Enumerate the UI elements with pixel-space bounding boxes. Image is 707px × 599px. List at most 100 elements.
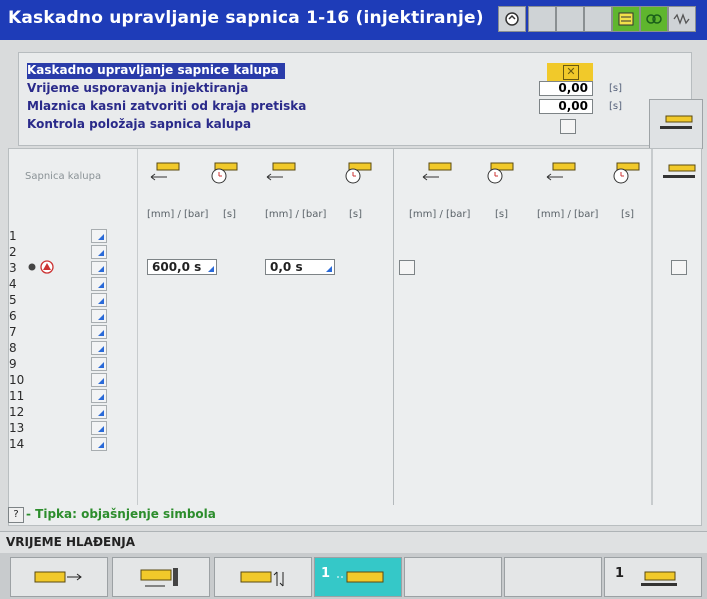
nozzle-position-control-label: Kontrola položaja sapnica kalupa (27, 117, 252, 131)
row-select-button[interactable] (91, 341, 107, 355)
status-label: VRIJEME HLAĐENJA (6, 535, 135, 549)
col-unit-2: [s] (223, 209, 237, 220)
nozzle-table: Sapnica kalupa [mm] / [bar] [s] [mm] / [… (8, 148, 702, 526)
nozzle-close-delay-unit: [s] (609, 101, 623, 112)
nozzle-timer-icon-3 (487, 162, 514, 184)
nozzle-close-delay-field[interactable]: 0,00 (539, 99, 593, 114)
injection-delay-label: Vrijeme usporavanja injektiranja (27, 81, 249, 95)
row-number: 2 (9, 245, 17, 259)
cascade-control-label: Kaskadno upravljanje sapnice kalupa (27, 63, 285, 79)
col-unit-3: [mm] / [bar] (265, 209, 327, 220)
row-number: 4 (9, 277, 17, 291)
row-select-button[interactable] (91, 245, 107, 259)
row3-delay-value[interactable]: 0,0 s (265, 259, 335, 275)
row-number: 11 (9, 389, 25, 403)
sequence-icon (505, 12, 519, 26)
nozzle-side-icon (663, 164, 696, 178)
page-button-number: 1 (615, 566, 625, 581)
status-bar: VRIJEME HLAĐENJA (0, 531, 707, 554)
row-select-button[interactable] (91, 277, 107, 291)
row-select-button[interactable] (91, 437, 107, 451)
col-unit-7: [mm] / [bar] (537, 209, 599, 220)
nozzle-stroke-icon-3 (422, 162, 452, 181)
function-bar: 1 1 (0, 553, 707, 599)
row-select-button[interactable] (91, 389, 107, 403)
row-select-button[interactable] (91, 373, 107, 387)
mold-nozzle-move-button[interactable] (112, 557, 210, 597)
cascade-nozzle-icon (337, 571, 384, 583)
window-title: Kaskadno upravljanje sapnica 1-16 (injek… (8, 8, 484, 28)
cascade-1-button[interactable]: 1 (314, 557, 402, 597)
row-number: 3 (9, 261, 17, 275)
col-unit-6: [s] (495, 209, 509, 220)
cascade-control-checkbox[interactable]: ✕ (563, 65, 579, 80)
green-status-button[interactable] (612, 6, 640, 32)
right-separator (651, 149, 653, 505)
injection-forward-button[interactable] (10, 557, 108, 597)
nozzle-stroke-icon-4 (546, 162, 576, 181)
page-1-button[interactable]: 1 (604, 557, 702, 597)
col-unit-5: [mm] / [bar] (409, 209, 471, 220)
row-select-button[interactable] (91, 357, 107, 371)
row-number: 9 (9, 357, 17, 371)
row-select-button[interactable] (91, 405, 107, 419)
row-number: 7 (9, 325, 17, 339)
toolbar-empty-3[interactable] (584, 6, 612, 32)
row3-delay-number: 0,0 (270, 260, 292, 274)
motor-status-button[interactable] (640, 6, 668, 32)
nozzle-stroke-icon (150, 162, 180, 181)
row-select-button[interactable] (91, 325, 107, 339)
col-unit-4: [s] (349, 209, 363, 220)
title-bar: Kaskadno upravljanje sapnica 1-16 (injek… (0, 0, 707, 40)
row-number: 13 (9, 421, 25, 435)
nozzle-timer-icon-4 (613, 162, 640, 184)
active-nozzle-indicator-icon (28, 260, 54, 274)
row-number: 10 (9, 373, 25, 387)
signal-button[interactable] (668, 6, 696, 32)
cascade-button-number: 1 (321, 566, 331, 581)
row3-stroke-number: 600,0 (152, 260, 190, 274)
nozzle-position-checkbox[interactable] (560, 119, 576, 134)
row3-stroke-value[interactable]: 600,0 s (147, 259, 217, 275)
row3-section2-checkbox[interactable] (399, 260, 415, 275)
row3-stroke-unit: s (194, 260, 202, 274)
row3-side-checkbox[interactable] (671, 260, 687, 275)
cascade-control-toggle[interactable]: ✕ (547, 63, 593, 81)
settings-panel: Kaskadno upravljanje sapnice kalupa ✕ Vr… (18, 52, 703, 149)
injection-delay-unit: [s] (609, 83, 623, 94)
col-unit-8: [s] (621, 209, 635, 220)
nozzle-stroke-icon-2 (266, 162, 296, 181)
nozzle-icon (660, 115, 693, 129)
row-select-button[interactable] (91, 421, 107, 435)
row-number: 1 (9, 229, 17, 243)
row-number: 12 (9, 405, 25, 419)
row-number: 6 (9, 309, 17, 323)
help-hint: - Tipka: objašnjenje simbola (26, 507, 216, 521)
page-nozzle-icon (641, 571, 677, 586)
sequence-button[interactable] (498, 6, 526, 32)
row-select-button[interactable] (91, 229, 107, 243)
row-number: 8 (9, 341, 17, 355)
toolbar-empty-1[interactable] (528, 6, 556, 32)
nozzle-timer-icon (211, 162, 238, 184)
row-select-button[interactable] (91, 293, 107, 307)
row-select-button[interactable] (91, 261, 107, 275)
nozzle-side-button[interactable] (649, 99, 703, 149)
row3-delay-unit: s (295, 260, 303, 274)
nozzle-close-delay-label: Mlaznica kasni zatvoriti od kraja pretis… (27, 99, 307, 113)
signal-icon (673, 13, 690, 25)
injection-delay-field[interactable]: 0,00 (539, 81, 593, 96)
function-empty-1[interactable] (404, 557, 502, 597)
row-select-button[interactable] (91, 309, 107, 323)
help-key[interactable]: ? (8, 507, 24, 523)
function-empty-2[interactable] (504, 557, 602, 597)
row-number: 5 (9, 293, 17, 307)
row-header-column: Sapnica kalupa (9, 149, 138, 505)
row-header-label: Sapnica kalupa (25, 171, 102, 182)
nozzle-up-down-button[interactable] (214, 557, 312, 597)
injection-forward-icon (34, 571, 82, 583)
nozzle-up-down-icon (240, 571, 284, 587)
mold-nozzle-move-icon (140, 568, 178, 587)
toolbar-empty-2[interactable] (556, 6, 584, 32)
col-unit-1: [mm] / [bar] (147, 209, 209, 220)
